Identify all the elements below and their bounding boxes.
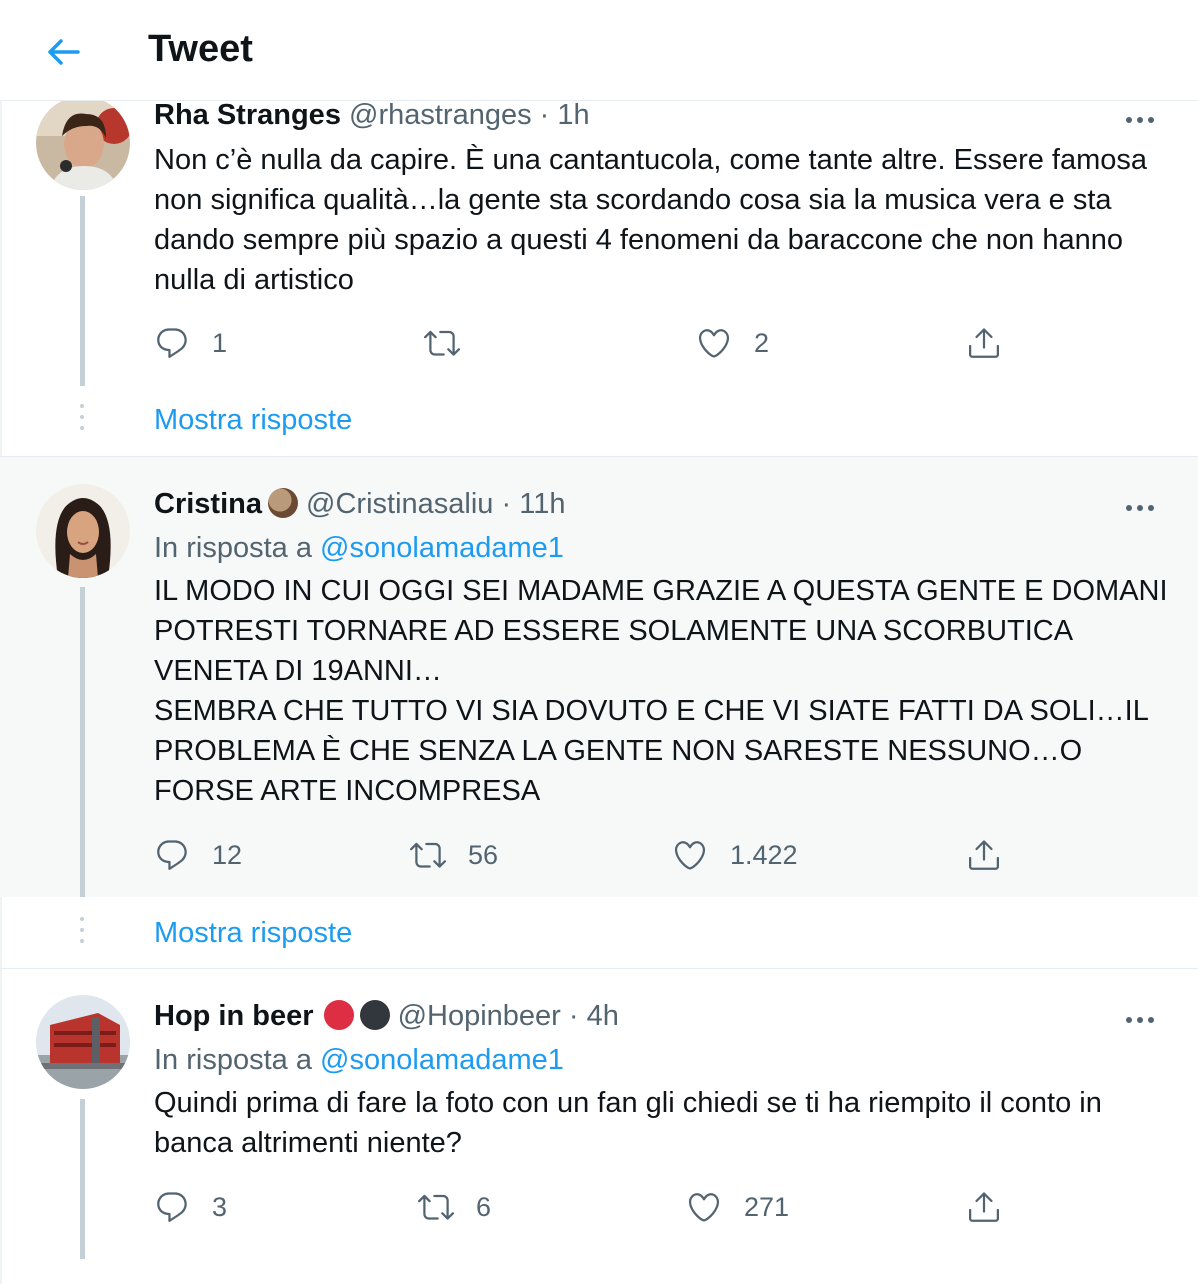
avatar[interactable]	[36, 484, 130, 578]
action-bar: 1 2	[154, 323, 1014, 363]
share-icon	[969, 328, 999, 358]
reply-prefix: In risposta a	[154, 532, 312, 564]
thread-dots	[80, 404, 85, 437]
share-button[interactable]	[966, 1187, 1002, 1227]
more-icon[interactable]	[1126, 110, 1166, 130]
action-bar: 12 56 1.422	[154, 835, 1014, 875]
timestamp[interactable]: 4h	[587, 1000, 619, 1032]
reply-icon	[157, 840, 187, 870]
like-icon	[698, 329, 730, 358]
display-name[interactable]: Rha Stranges	[154, 99, 341, 131]
like-count: 1.422	[730, 839, 798, 870]
share-icon	[969, 1192, 999, 1222]
thread-line	[80, 587, 85, 897]
separator: ·	[501, 488, 512, 520]
reply-context: In risposta a @sonolamadame1	[154, 531, 564, 565]
thread-line	[80, 1099, 85, 1259]
reply-icon	[157, 1192, 187, 1222]
more-icon[interactable]	[1126, 1010, 1166, 1030]
back-arrow-icon	[48, 39, 80, 65]
tweet-header: Cristina @Cristinasaliu · 11h	[154, 487, 565, 521]
like-count: 2	[754, 327, 770, 358]
reply-prefix: In risposta a	[154, 1044, 312, 1076]
tweet-text: Quindi prima di fare la foto con un fan …	[154, 1087, 1102, 1159]
retweet-count: 6	[476, 1191, 492, 1222]
tweet-text: IL MODO IN CUI OGGI SEI MADAME GRAZIE A …	[154, 575, 1168, 807]
avatar[interactable]	[36, 96, 130, 190]
retweet-button[interactable]: 6	[418, 1187, 491, 1227]
show-replies-link[interactable]: Mostra risposte	[154, 404, 352, 437]
share-button[interactable]	[966, 323, 1002, 363]
reply-button[interactable]: 1	[154, 323, 227, 363]
display-name[interactable]: Hop in beer	[154, 1000, 314, 1032]
avatar[interactable]	[36, 995, 130, 1089]
reply-button[interactable]: 3	[154, 1187, 227, 1227]
retweet-button[interactable]	[424, 323, 460, 363]
action-bar: 3 6 271	[154, 1187, 1014, 1227]
reply-count: 12	[212, 839, 243, 870]
reply-to-link[interactable]: @sonolamadame1	[320, 1044, 564, 1076]
top-header: Tweet	[0, 0, 1198, 101]
page-title: Tweet	[148, 28, 253, 70]
back-button[interactable]	[40, 29, 86, 75]
separator: ·	[539, 99, 550, 131]
black-circle-emoji-icon	[359, 1000, 390, 1030]
like-button[interactable]: 1.422	[672, 835, 798, 875]
reply-context: In risposta a @sonolamadame1	[154, 1043, 564, 1077]
retweet-icon	[424, 330, 460, 356]
tweet-page: Tweet Rha Stranges @rhastranges · 1h Non…	[0, 0, 1198, 1284]
share-button[interactable]	[966, 835, 1002, 875]
like-button[interactable]: 271	[686, 1187, 789, 1227]
reply-count: 3	[212, 1191, 228, 1222]
retweet-count: 56	[468, 839, 499, 870]
retweet-icon	[410, 842, 446, 868]
red-circle-emoji-icon	[323, 1000, 354, 1030]
like-icon	[688, 1193, 720, 1222]
user-handle[interactable]: @Cristinasaliu	[306, 488, 493, 520]
reply-to-link[interactable]: @sonolamadame1	[320, 532, 564, 564]
user-handle[interactable]: @Hopinbeer	[398, 1000, 561, 1032]
reply-tweet[interactable]: Hop in beer @Hopinbeer · 4h In risposta …	[0, 969, 1198, 1284]
show-replies-link[interactable]: Mostra risposte	[154, 917, 352, 950]
retweet-button[interactable]: 56	[410, 835, 498, 875]
tweet-header: Hop in beer @Hopinbeer · 4h	[154, 999, 619, 1033]
reply-tweet[interactable]: Cristina @Cristinasaliu · 11h In rispost…	[0, 457, 1198, 897]
like-count: 271	[744, 1191, 790, 1222]
timestamp[interactable]: 11h	[519, 488, 565, 520]
coconut-emoji-icon	[267, 488, 298, 518]
show-replies-row: Mostra risposte	[0, 897, 1198, 967]
thread-line	[80, 196, 85, 386]
display-name[interactable]: Cristina	[154, 488, 262, 520]
retweet-icon	[418, 1194, 454, 1220]
timestamp[interactable]: 1h	[557, 99, 589, 131]
like-button[interactable]: 2	[696, 323, 769, 363]
share-icon	[969, 840, 999, 870]
reply-count: 1	[212, 327, 228, 358]
tweet-header: Rha Stranges @rhastranges · 1h	[154, 98, 590, 132]
more-icon[interactable]	[1126, 498, 1166, 518]
user-handle[interactable]: @rhastranges	[349, 99, 532, 131]
thread-dots	[80, 917, 85, 950]
like-icon	[674, 841, 706, 870]
separator: ·	[568, 1000, 579, 1032]
reply-icon	[157, 328, 187, 358]
reply-button[interactable]: 12	[154, 835, 242, 875]
tweet-text: Non c’è nulla da capire. È una cantantuc…	[154, 144, 1148, 296]
